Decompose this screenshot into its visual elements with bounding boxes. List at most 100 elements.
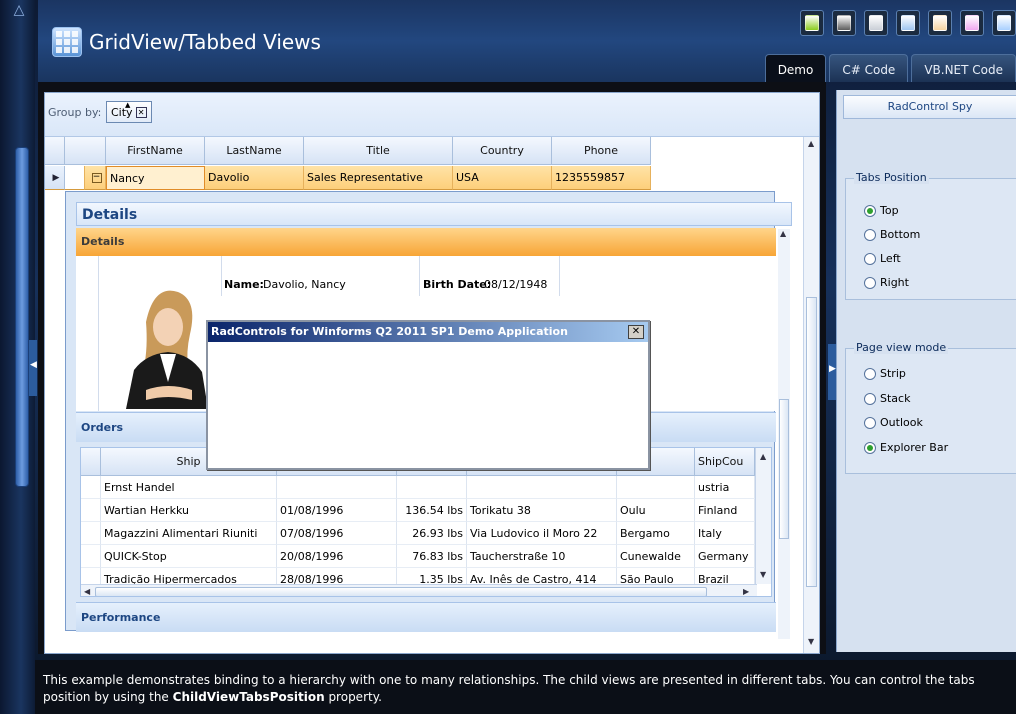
order-cell[interactable]: Ernst Handel [101,476,277,499]
name-label: Name: [224,278,264,291]
table-row[interactable]: Wartian Herkku 01/08/1996 136.54 lbs Torika… [81,499,755,522]
scroll-right-icon[interactable]: ▶ [743,587,749,596]
cell-lastname[interactable]: Davolio [205,166,304,190]
scroll-thumb[interactable] [779,399,789,539]
order-cell[interactable]: Germany [695,545,755,568]
column-header-firstname[interactable]: FirstName [106,137,205,165]
order-cell[interactable]: 07/08/1996 [277,522,397,545]
table-row[interactable]: Ernst Handel ustria [81,476,755,499]
collapse-up-icon[interactable]: △ [10,2,28,18]
column-header-title[interactable]: Title [304,137,453,165]
left-scrollbar[interactable] [15,147,29,487]
cell-phone[interactable]: 1235559857 [552,166,651,190]
order-cell[interactable] [397,476,467,499]
order-cell[interactable] [467,476,617,499]
order-cell[interactable]: Taucherstraße 10 [467,545,617,568]
orders-horizontal-scrollbar[interactable]: ◀ ▶ [81,584,757,596]
birth-date-label: Birth Date: [423,278,492,291]
order-cell[interactable]: Via Ludovico il Moro 22 [467,522,617,545]
scroll-up-icon[interactable]: ▲ [760,452,766,461]
radio-strip[interactable]: Strip [864,367,906,380]
row-indicator [81,522,101,545]
grid-header-row: FirstName LastName Title Country Phone [45,137,651,165]
expand-row-button[interactable]: − [85,166,106,190]
theme-swatch-button[interactable] [832,10,856,36]
scroll-thumb[interactable] [95,587,707,596]
order-cell[interactable]: 01/08/1996 [277,499,397,522]
tab-details[interactable]: Details [76,228,776,256]
radio-stack[interactable]: Stack [864,392,910,405]
row-spacer [65,166,85,190]
order-cell[interactable]: Italy [695,522,755,545]
group-chip-city[interactable]: ▲ City ✕ [106,101,152,123]
table-row[interactable]: Magazzini Alimentari Riuniti 07/08/1996 26… [81,522,755,545]
radio-bottom[interactable]: Bottom [864,228,920,241]
close-icon[interactable]: ✕ [628,325,644,339]
order-cell[interactable]: Torikatu 38 [467,499,617,522]
theme-swatch-button[interactable] [928,10,952,36]
order-cell[interactable]: Bergamo [617,522,695,545]
tab-vbnet-code[interactable]: VB.NET Code [911,54,1016,82]
tab-performance[interactable]: Performance [76,602,776,632]
scroll-down-icon[interactable]: ▼ [808,637,814,646]
theme-swatch-button[interactable] [960,10,984,36]
birth-date-value: 08/12/1948 [484,278,548,291]
expander-header [65,137,106,165]
detail-vertical-scrollbar[interactable]: ▲ [778,229,790,639]
employee-photo [116,272,216,409]
row-indicator [81,476,101,499]
column-header-lastname[interactable]: LastName [205,137,304,165]
page-view-mode-group: Page view mode Strip Stack Outlook Explo… [845,341,1016,474]
remove-group-icon[interactable]: ✕ [135,106,147,118]
order-cell[interactable]: Magazzini Alimentari Riuniti [101,522,277,545]
settings-panel: RadControl Spy Tabs Position Top Bottom … [836,90,1016,652]
table-row[interactable]: QUICK-Stop 20/08/1996 76.83 lbs Taucherstra… [81,545,755,568]
cell-country[interactable]: USA [453,166,552,190]
order-cell[interactable]: QUICK-Stop [101,545,277,568]
radio-outlook[interactable]: Outlook [864,416,923,429]
scroll-up-icon[interactable]: ▲ [808,139,814,148]
table-row[interactable]: ▶ − Nancy Davolio Sales Representative U… [45,166,651,190]
left-panel-toggle[interactable]: ◀ [29,340,37,396]
row-indicator [81,545,101,568]
theme-swatches [800,10,1016,36]
order-cell[interactable]: Oulu [617,499,695,522]
column-header-shipcountry[interactable]: ShipCou [695,448,755,476]
scroll-up-icon[interactable]: ▲ [780,229,786,238]
scroll-thumb[interactable] [806,297,817,587]
radio-selected-icon [864,441,876,454]
order-cell[interactable] [617,476,695,499]
orders-vertical-scrollbar[interactable]: ▲ ▼ [755,448,771,584]
order-cell[interactable]: 76.83 lbs [397,545,467,568]
theme-swatch-button[interactable] [992,10,1016,36]
collapse-minus-icon: − [91,171,102,183]
theme-swatch-button[interactable] [896,10,920,36]
cell-firstname[interactable]: Nancy [106,166,205,190]
radio-explorer-bar[interactable]: Explorer Bar [864,441,948,454]
radio-right[interactable]: Right [864,276,909,289]
tab-csharp-code[interactable]: C# Code [829,54,909,82]
order-cell[interactable]: 26.93 lbs [397,522,467,545]
order-cell[interactable]: Wartian Herkku [101,499,277,522]
order-cell[interactable]: 136.54 lbs [397,499,467,522]
radio-left[interactable]: Left [864,252,901,265]
scroll-down-icon[interactable]: ▼ [760,570,766,579]
theme-swatch-button[interactable] [864,10,888,36]
theme-swatch-button[interactable] [800,10,824,36]
radio-icon [864,276,876,289]
scroll-left-icon[interactable]: ◀ [84,587,90,596]
tabs-position-group: Tabs Position Top Bottom Left Right [845,171,1016,300]
column-header-phone[interactable]: Phone [552,137,651,165]
order-cell[interactable]: 20/08/1996 [277,545,397,568]
order-cell[interactable]: Finland [695,499,755,522]
grid-vertical-scrollbar[interactable]: ▲ ▼ [803,137,819,653]
tab-demo[interactable]: Demo [764,54,827,82]
order-cell[interactable] [277,476,397,499]
radcontrol-spy-button[interactable]: RadControl Spy [843,95,1016,119]
radio-top[interactable]: Top [864,204,899,217]
column-header-country[interactable]: Country [453,137,552,165]
cell-title[interactable]: Sales Representative [304,166,453,190]
order-cell[interactable]: ustria [695,476,755,499]
radio-icon [864,228,876,241]
order-cell[interactable]: Cunewalde [617,545,695,568]
